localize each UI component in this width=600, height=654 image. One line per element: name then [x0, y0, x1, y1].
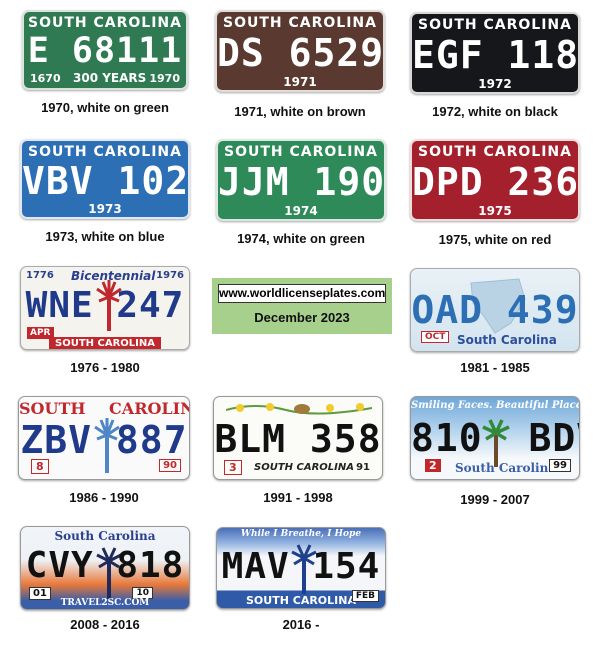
plate-number: JJM 190: [218, 160, 386, 204]
plate-year: 91: [356, 462, 370, 473]
plate-top-left: 1776: [26, 270, 54, 281]
plate-1975: SOUTH CAROLINA DPD 236 1975: [410, 139, 580, 221]
caption-2016: 2016 -: [282, 617, 320, 632]
plate-year: 1972: [478, 77, 512, 91]
caption-2008: 2008 - 2016: [70, 617, 140, 632]
caption-1976: 1976 - 1980: [70, 360, 140, 375]
plate-1991: BLM 358 3 SOUTH CAROLINA 91: [213, 396, 383, 480]
caption-1986: 1986 - 1990: [69, 490, 139, 505]
caption-1981: 1981 - 1985: [460, 360, 530, 375]
plate-year: 1971: [283, 75, 317, 89]
caption-1973: 1973, white on blue: [45, 229, 165, 244]
plate-number: ZBV 887: [20, 418, 188, 462]
plate-sticker-year: 90: [159, 459, 181, 472]
caption-1972: 1972, white on black: [432, 104, 558, 119]
plate-1970: SOUTH CAROLINA E 68111 1670 300 YEARS 19…: [22, 10, 188, 90]
plate-number: MAV 154: [221, 546, 381, 587]
plate-1971: SOUTH CAROLINA DS 6529 1971: [215, 10, 385, 92]
plate-sticker: FEB: [351, 590, 379, 602]
credit-date: December 2023: [254, 310, 350, 325]
plate-sticker: 8: [31, 459, 49, 474]
plate-state-name: SOUTH CAROLINA: [19, 399, 190, 418]
plate-slogan: Smiling Faces. Beautiful Places.: [411, 400, 580, 411]
plate-1999: Smiling Faces. Beautiful Places. 810 BDV…: [410, 396, 580, 480]
plate-1973: SOUTH CAROLINA VBV 102 1973: [20, 139, 190, 219]
caption-1975: 1975, white on red: [438, 232, 552, 247]
plate-1986: SOUTH CAROLINA ZBV 887 8 90: [18, 396, 190, 480]
caption-1971: 1971, white on brown: [234, 104, 366, 119]
plate-2016: While I Breathe, I Hope MAV 154 SOUTH CA…: [216, 527, 386, 609]
plate-number: 810 BDV: [411, 416, 579, 460]
jessamine-flower-icon: [226, 403, 372, 415]
plate-number: DPD 236: [412, 160, 580, 204]
plate-year: 1973: [88, 202, 122, 216]
plate-number: CVY 818: [25, 545, 185, 586]
plate-top-right: 1976: [156, 270, 184, 281]
plate-1981: OAD 439 OCT South Carolina: [410, 268, 580, 352]
plate-sticker: 2: [425, 459, 441, 472]
plate-number: BLM 358: [214, 417, 382, 461]
plate-year: 1974: [284, 204, 318, 218]
caption-1991: 1991 - 1998: [263, 490, 333, 505]
plate-state-name: South Carolina: [54, 529, 156, 543]
caption-1974: 1974, white on green: [237, 231, 365, 246]
plate-number: OAD 439: [411, 288, 579, 332]
plate-state-name: SOUTH CAROLINA: [28, 15, 182, 31]
plate-year: 1975: [478, 204, 512, 218]
plate-sticker: 3: [224, 460, 242, 475]
plate-2008: South Carolina CVY 818 01 10 TRAVEL2SC.C…: [20, 526, 190, 610]
plate-state-name: SOUTH CAROLINA: [28, 144, 182, 160]
credit-url[interactable]: www.worldlicenseplates.com: [218, 284, 386, 303]
plate-state-name: SOUTH CAROLINA: [418, 17, 572, 33]
plate-1976: 1776 Bicentennial 1976 WNE 247 APR SOUTH…: [20, 266, 190, 350]
plate-number: WNE 247: [25, 285, 185, 326]
plate-bottom-mid: 300 YEARS: [73, 71, 147, 85]
plate-number: DS 6529: [217, 31, 385, 75]
caption-1970: 1970, white on green: [41, 100, 169, 115]
credit-box: www.worldlicenseplates.com December 2023: [212, 278, 392, 334]
plate-state-name: SOUTH CAROLINA: [224, 144, 378, 160]
plate-slogan: While I Breathe, I Hope: [240, 529, 362, 539]
plate-bottom-text: South Carolina: [455, 461, 557, 475]
plate-bottom-text: TRAVEL2SC.COM: [60, 598, 150, 608]
plate-1972: SOUTH CAROLINA EGF 118 1972: [410, 12, 580, 94]
plate-bottom-banner: SOUTH CAROLINA: [49, 337, 161, 349]
plate-bottom-text: SOUTH CAROLINA: [254, 462, 354, 473]
plate-bottom-left: 1670: [30, 72, 61, 85]
plate-number: E 68111: [27, 31, 183, 71]
plate-number: VBV 102: [22, 159, 190, 203]
plate-1974: SOUTH CAROLINA JJM 190 1974: [216, 139, 386, 221]
plate-sticker: OCT: [421, 331, 450, 343]
caption-1999: 1999 - 2007: [460, 492, 530, 507]
plate-bottom-right: 1970: [149, 72, 180, 85]
plate-state-name: SOUTH CAROLINA: [418, 144, 572, 160]
plate-number: EGF 118: [412, 33, 580, 77]
plate-state-name: SOUTH CAROLINA: [223, 15, 377, 31]
plate-bottom-text: South Carolina: [457, 333, 557, 347]
plate-year: 99: [549, 459, 571, 472]
